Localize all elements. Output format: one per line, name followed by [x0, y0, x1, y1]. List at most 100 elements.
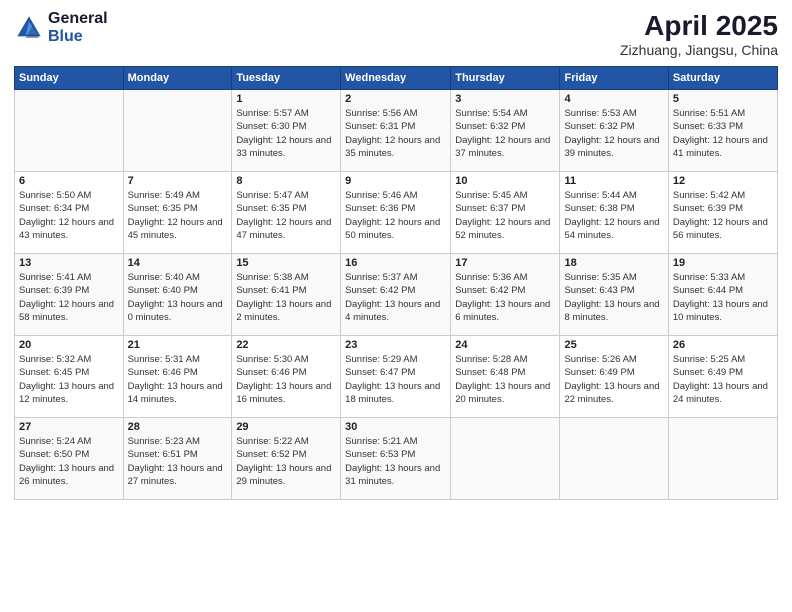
day-cell: 25Sunrise: 5:26 AMSunset: 6:49 PMDayligh…	[560, 336, 668, 418]
day-number: 20	[19, 339, 119, 351]
weekday-monday: Monday	[123, 67, 232, 90]
day-info: Sunrise: 5:30 AMSunset: 6:46 PMDaylight:…	[236, 353, 336, 406]
day-info: Sunrise: 5:29 AMSunset: 6:47 PMDaylight:…	[345, 353, 446, 406]
day-number: 11	[564, 175, 663, 187]
day-number: 23	[345, 339, 446, 351]
day-number: 27	[19, 421, 119, 433]
day-cell: 15 Sunrise: 5:38 AMSunset: 6:41 PMDayligh…	[232, 254, 341, 336]
day-info: Sunrise: 5:54 AMSunset: 6:32 PMDaylight:…	[455, 107, 555, 160]
page-header: General Blue April 2025 Zizhuang, Jiangs…	[14, 10, 778, 58]
day-number: 29	[236, 421, 336, 433]
day-info: Sunrise: 5:24 AMSunset: 6:50 PMDaylight:…	[19, 435, 119, 488]
day-cell: 9Sunrise: 5:46 AMSunset: 6:36 PMDaylight…	[341, 172, 451, 254]
page-container: General Blue April 2025 Zizhuang, Jiangs…	[0, 0, 792, 510]
day-cell: 23 Sunrise: 5:29 AMSunset: 6:47 PMDayligh…	[341, 336, 451, 418]
day-info: Sunrise: 5:26 AMSunset: 6:49 PMDaylight:…	[564, 353, 663, 406]
day-info: Sunrise: 5:51 AMSunset: 6:33 PMDaylight:…	[673, 107, 773, 160]
day-cell: 13Sunrise: 5:41 AMSunset: 6:39 PMDayligh…	[15, 254, 124, 336]
day-info: Sunrise: 5:40 AMSunset: 6:40 PMDaylight:…	[128, 271, 228, 324]
day-info: Sunrise: 5:44 AMSunset: 6:38 PMDaylight:…	[564, 189, 663, 242]
day-cell: 10 Sunrise: 5:45 AMSunset: 6:37 PMDayligh…	[451, 172, 560, 254]
day-cell	[123, 90, 232, 172]
day-cell: 17 Sunrise: 5:36 AMSunset: 6:42 PMDayligh…	[451, 254, 560, 336]
location: Zizhuang, Jiangsu, China	[620, 42, 778, 58]
day-info: Sunrise: 5:21 AMSunset: 6:53 PMDaylight:…	[345, 435, 446, 488]
logo-general: General	[48, 10, 108, 28]
day-number: 28	[128, 421, 228, 433]
day-number: 16	[345, 257, 446, 269]
weekday-wednesday: Wednesday	[341, 67, 451, 90]
logo-text: General Blue	[48, 10, 108, 45]
day-cell	[668, 418, 777, 500]
day-info: Sunrise: 5:45 AMSunset: 6:37 PMDaylight:…	[455, 189, 555, 242]
day-number: 10	[455, 175, 555, 187]
day-info: Sunrise: 5:38 AMSunset: 6:41 PMDaylight:…	[236, 271, 336, 324]
title-block: April 2025 Zizhuang, Jiangsu, China	[620, 10, 778, 58]
logo: General Blue	[14, 10, 108, 45]
day-cell: 19 Sunrise: 5:33 AMSunset: 6:44 PMDayligh…	[668, 254, 777, 336]
day-cell: 16 Sunrise: 5:37 AMSunset: 6:42 PMDayligh…	[341, 254, 451, 336]
weekday-saturday: Saturday	[668, 67, 777, 90]
day-number: 26	[673, 339, 773, 351]
day-info: Sunrise: 5:36 AMSunset: 6:42 PMDaylight:…	[455, 271, 555, 324]
day-number: 24	[455, 339, 555, 351]
logo-icon	[14, 13, 44, 43]
day-cell: 18Sunrise: 5:35 AMSunset: 6:43 PMDayligh…	[560, 254, 668, 336]
day-info: Sunrise: 5:41 AMSunset: 6:39 PMDaylight:…	[19, 271, 119, 324]
logo-blue: Blue	[48, 28, 108, 46]
day-cell: 12 Sunrise: 5:42 AMSunset: 6:39 PMDayligh…	[668, 172, 777, 254]
week-row-1: 1 Sunrise: 5:57 AMSunset: 6:30 PMDaylight…	[15, 90, 778, 172]
day-cell: 6Sunrise: 5:50 AMSunset: 6:34 PMDaylight…	[15, 172, 124, 254]
day-info: Sunrise: 5:28 AMSunset: 6:48 PMDaylight:…	[455, 353, 555, 406]
day-cell: 4 Sunrise: 5:53 AMSunset: 6:32 PMDaylight…	[560, 90, 668, 172]
week-row-3: 13Sunrise: 5:41 AMSunset: 6:39 PMDayligh…	[15, 254, 778, 336]
day-cell: 29 Sunrise: 5:22 AMSunset: 6:52 PMDayligh…	[232, 418, 341, 500]
month-title: April 2025	[620, 10, 778, 42]
day-info: Sunrise: 5:53 AMSunset: 6:32 PMDaylight:…	[564, 107, 663, 160]
day-cell: 24 Sunrise: 5:28 AMSunset: 6:48 PMDayligh…	[451, 336, 560, 418]
day-info: Sunrise: 5:57 AMSunset: 6:30 PMDaylight:…	[236, 107, 336, 160]
day-number: 1	[236, 93, 336, 105]
weekday-friday: Friday	[560, 67, 668, 90]
day-cell: 26Sunrise: 5:25 AMSunset: 6:49 PMDayligh…	[668, 336, 777, 418]
day-info: Sunrise: 5:35 AMSunset: 6:43 PMDaylight:…	[564, 271, 663, 324]
day-info: Sunrise: 5:42 AMSunset: 6:39 PMDaylight:…	[673, 189, 773, 242]
day-cell	[560, 418, 668, 500]
day-info: Sunrise: 5:23 AMSunset: 6:51 PMDaylight:…	[128, 435, 228, 488]
day-cell: 30 Sunrise: 5:21 AMSunset: 6:53 PMDayligh…	[341, 418, 451, 500]
day-info: Sunrise: 5:49 AMSunset: 6:35 PMDaylight:…	[128, 189, 228, 242]
weekday-tuesday: Tuesday	[232, 67, 341, 90]
day-cell: 11 Sunrise: 5:44 AMSunset: 6:38 PMDayligh…	[560, 172, 668, 254]
day-number: 30	[345, 421, 446, 433]
day-cell: 7 Sunrise: 5:49 AMSunset: 6:35 PMDaylight…	[123, 172, 232, 254]
calendar-table: SundayMondayTuesdayWednesdayThursdayFrid…	[14, 66, 778, 500]
day-info: Sunrise: 5:47 AMSunset: 6:35 PMDaylight:…	[236, 189, 336, 242]
day-info: Sunrise: 5:56 AMSunset: 6:31 PMDaylight:…	[345, 107, 446, 160]
day-number: 15	[236, 257, 336, 269]
day-cell: 1 Sunrise: 5:57 AMSunset: 6:30 PMDaylight…	[232, 90, 341, 172]
day-info: Sunrise: 5:33 AMSunset: 6:44 PMDaylight:…	[673, 271, 773, 324]
week-row-5: 27 Sunrise: 5:24 AMSunset: 6:50 PMDayligh…	[15, 418, 778, 500]
day-number: 8	[236, 175, 336, 187]
day-number: 12	[673, 175, 773, 187]
day-number: 7	[128, 175, 228, 187]
day-cell: 14Sunrise: 5:40 AMSunset: 6:40 PMDayligh…	[123, 254, 232, 336]
day-number: 22	[236, 339, 336, 351]
day-number: 4	[564, 93, 663, 105]
day-number: 21	[128, 339, 228, 351]
day-cell: 28 Sunrise: 5:23 AMSunset: 6:51 PMDayligh…	[123, 418, 232, 500]
day-cell	[15, 90, 124, 172]
day-number: 17	[455, 257, 555, 269]
day-cell: 20 Sunrise: 5:32 AMSunset: 6:45 PMDayligh…	[15, 336, 124, 418]
day-cell	[451, 418, 560, 500]
week-row-4: 20 Sunrise: 5:32 AMSunset: 6:45 PMDayligh…	[15, 336, 778, 418]
day-info: Sunrise: 5:37 AMSunset: 6:42 PMDaylight:…	[345, 271, 446, 324]
day-number: 6	[19, 175, 119, 187]
day-cell: 5Sunrise: 5:51 AMSunset: 6:33 PMDaylight…	[668, 90, 777, 172]
day-number: 9	[345, 175, 446, 187]
day-info: Sunrise: 5:32 AMSunset: 6:45 PMDaylight:…	[19, 353, 119, 406]
day-number: 19	[673, 257, 773, 269]
day-number: 2	[345, 93, 446, 105]
day-info: Sunrise: 5:22 AMSunset: 6:52 PMDaylight:…	[236, 435, 336, 488]
day-info: Sunrise: 5:31 AMSunset: 6:46 PMDaylight:…	[128, 353, 228, 406]
